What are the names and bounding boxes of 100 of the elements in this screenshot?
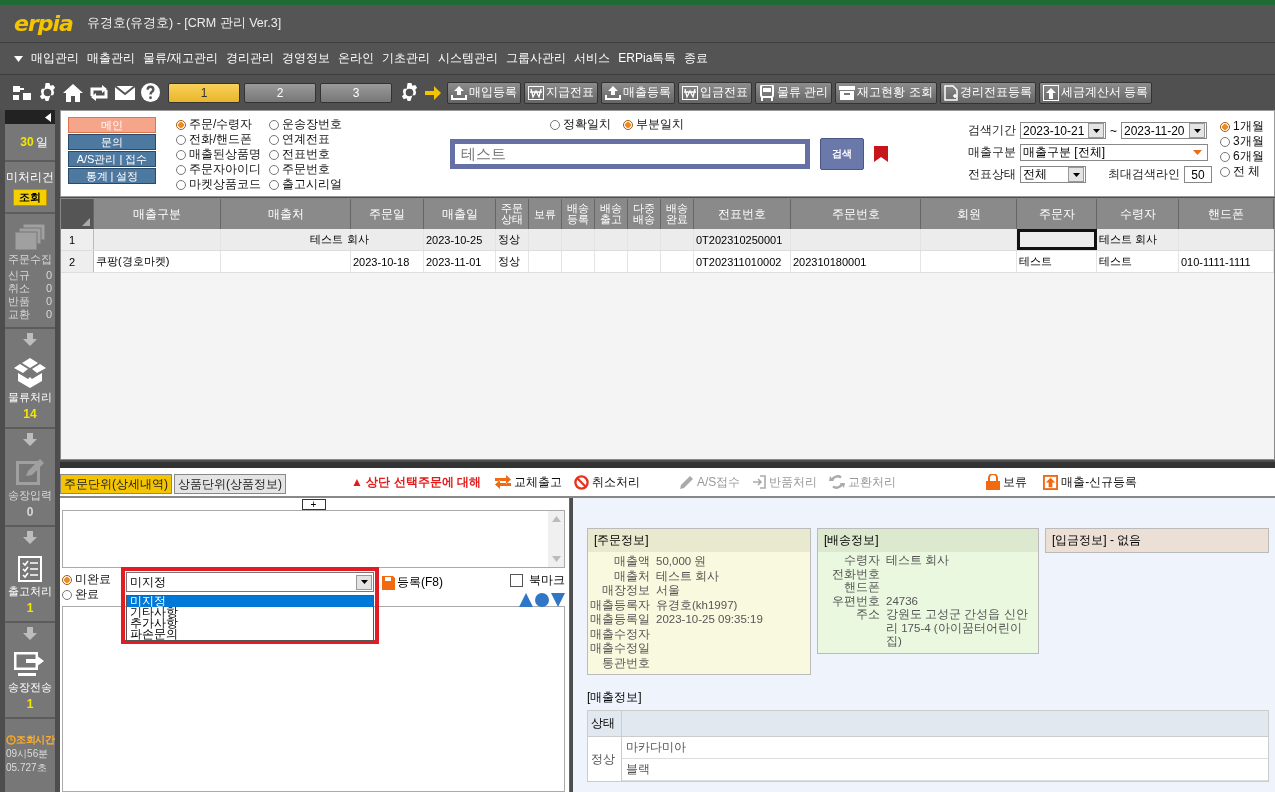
- card-title: [입금정보] - 없음: [1051, 532, 1143, 549]
- toolbar-button[interactable]: 입금전표: [678, 81, 752, 104]
- search-by-radio[interactable]: 전화/핸드폰: [176, 132, 261, 147]
- search-field[interactable]: 테스트: [450, 139, 810, 169]
- action-button[interactable]: 매출-신규등록: [1043, 473, 1138, 491]
- menu-item[interactable]: 기초관리: [382, 50, 431, 67]
- range-radio[interactable]: 전 체: [1220, 164, 1264, 179]
- box-icon[interactable]: [14, 358, 46, 388]
- status-radio[interactable]: 미완료: [62, 572, 124, 587]
- monitor-arrow-icon[interactable]: [14, 652, 46, 678]
- menu-item[interactable]: 매출관리: [87, 50, 135, 67]
- menu-item[interactable]: 매입관리: [31, 50, 79, 67]
- menu-item[interactable]: 그룹사관리: [506, 50, 567, 67]
- dropdown-option[interactable]: 기타사항: [127, 607, 373, 618]
- range-separator: ~: [1110, 123, 1117, 138]
- triangle-icon: [82, 218, 90, 226]
- sort-icon[interactable]: [519, 593, 565, 607]
- toolbar-button[interactable]: 재고현황 조회: [835, 81, 937, 104]
- mail-icon[interactable]: [115, 85, 135, 100]
- field-label: 핸드폰: [843, 581, 880, 595]
- toolbar-button[interactable]: 물류 관리: [755, 81, 833, 104]
- detail-tab[interactable]: 상품단위(상품정보): [174, 474, 286, 494]
- search-by-radio[interactable]: 마켓상품코드: [176, 177, 261, 192]
- collapse-button[interactable]: [5, 110, 55, 124]
- home-icon[interactable]: [63, 83, 83, 102]
- table-cell: 테스트: [1019, 254, 1052, 269]
- menu-item[interactable]: ERPia톡톡: [618, 50, 677, 67]
- page-tab[interactable]: 1: [168, 82, 240, 103]
- search-by-radio[interactable]: 출고시리얼: [269, 177, 342, 192]
- toolbar-button[interactable]: 지급전표: [524, 81, 598, 104]
- toolbar-button[interactable]: 매입등록: [447, 81, 521, 104]
- bookmark-icon[interactable]: [874, 146, 888, 162]
- mode-button[interactable]: A/S관리 | 접수: [68, 151, 156, 167]
- step-label[interactable]: 출고처리: [8, 584, 52, 599]
- table-cell: 쿠팡(경호마켓): [96, 254, 170, 269]
- checklist-icon[interactable]: [18, 556, 42, 582]
- network-icon[interactable]: [12, 83, 32, 102]
- search-by-radio[interactable]: 운송장번호: [269, 117, 342, 132]
- menu-item[interactable]: 시스템관리: [438, 50, 499, 67]
- status-radio[interactable]: 완료: [62, 587, 124, 602]
- page-tab[interactable]: 2: [244, 82, 316, 103]
- table-cell: 2023-10-18: [353, 255, 410, 268]
- save-button[interactable]: 등록(F8): [382, 574, 443, 591]
- bookmark-checkbox[interactable]: 북마크: [510, 572, 565, 589]
- memo-field[interactable]: [62, 510, 565, 568]
- menu-item[interactable]: 서비스: [574, 50, 611, 67]
- table-cell[interactable]: [1017, 229, 1097, 250]
- match-radio[interactable]: 부분일치: [623, 117, 684, 132]
- toolbar-button[interactable]: 세금계산서 등록: [1038, 81, 1153, 104]
- date-picker[interactable]: 2023-11-20: [1121, 122, 1207, 139]
- refresh-icon[interactable]: [89, 84, 109, 101]
- category-dropdown[interactable]: 미지정: [126, 572, 374, 592]
- query-button[interactable]: 조회: [13, 188, 47, 206]
- settings-icon[interactable]: [400, 83, 419, 102]
- help-icon[interactable]: [141, 83, 160, 102]
- dropdown-option[interactable]: 추가사항: [127, 618, 373, 629]
- dropdown-option[interactable]: 파손문의: [127, 629, 373, 640]
- menu-item[interactable]: 종료: [684, 50, 709, 67]
- search-by-radio[interactable]: 주문/수령자: [176, 117, 261, 132]
- range-radio[interactable]: 1개월: [1220, 119, 1264, 134]
- search-by-radio[interactable]: 전표번호: [269, 147, 342, 162]
- action-button[interactable]: 교체출고: [494, 473, 562, 491]
- menu-item[interactable]: 경리관리: [226, 50, 275, 67]
- match-radio[interactable]: 정확일치: [550, 117, 611, 132]
- caret-icon[interactable]: [14, 55, 23, 62]
- page-tab[interactable]: 3: [320, 82, 392, 103]
- step-label[interactable]: 물류처리: [8, 390, 52, 405]
- range-radio[interactable]: 3개월: [1220, 134, 1264, 149]
- detail-tab[interactable]: 주문단위(상세내역): [60, 474, 172, 494]
- settings-icon[interactable]: [38, 83, 57, 102]
- menu-item[interactable]: 경영정보: [282, 50, 331, 67]
- field-value: 테스트 회사: [886, 554, 951, 568]
- expand-button[interactable]: +: [301, 499, 326, 510]
- slip-status-dropdown[interactable]: 전체: [1020, 166, 1086, 183]
- swap-icon: [494, 475, 511, 489]
- caret-icon: [1193, 150, 1202, 155]
- menu-item[interactable]: 물류/재고관리: [143, 50, 219, 67]
- card-title: [배송정보]: [818, 529, 1038, 552]
- field-label: 매출액: [613, 554, 650, 569]
- sales-type-dropdown[interactable]: 매출구분 [전체]: [1020, 144, 1208, 161]
- search-by-radio[interactable]: 매출된상품명: [176, 147, 261, 162]
- search-by-radio[interactable]: 주문번호: [269, 162, 342, 177]
- dropdown-option[interactable]: 미지정: [127, 596, 373, 607]
- date-picker[interactable]: 2023-10-21: [1020, 122, 1106, 139]
- toolbar-button[interactable]: 매출등록: [601, 81, 675, 104]
- max-lines-field[interactable]: 50: [1184, 166, 1212, 183]
- search-by-radio[interactable]: 연계전표: [269, 132, 342, 147]
- search-by-radio[interactable]: 주문자아이디: [176, 162, 261, 177]
- row-number[interactable]: 2: [61, 251, 94, 272]
- count-label: 반품: [8, 295, 30, 308]
- toolbar-button[interactable]: 경리전표등록: [939, 81, 1036, 104]
- action-button[interactable]: 보류: [986, 473, 1028, 491]
- menu-item[interactable]: 온라인: [338, 50, 375, 67]
- step-label[interactable]: 송장전송: [8, 680, 52, 695]
- range-radio[interactable]: 6개월: [1220, 149, 1264, 164]
- search-button[interactable]: 검색: [820, 138, 864, 170]
- mode-button[interactable]: 문의: [68, 134, 156, 150]
- corner-header[interactable]: [61, 199, 94, 229]
- mode-button[interactable]: 통계 | 설정: [68, 168, 156, 184]
- action-button[interactable]: 취소처리: [573, 473, 640, 491]
